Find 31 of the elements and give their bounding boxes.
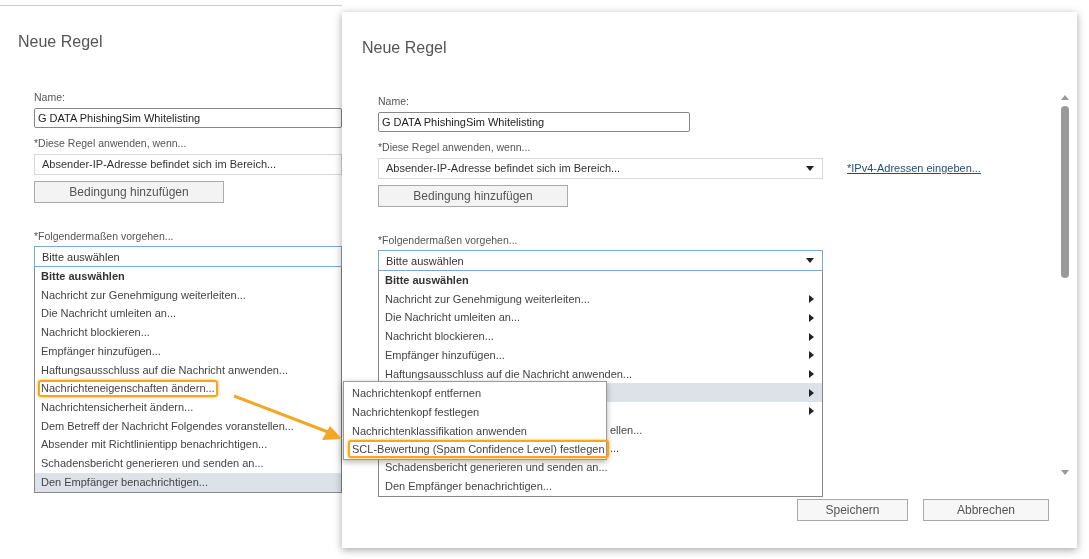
menu-item-label: Nachricht blockieren...: [40, 325, 151, 341]
menu-item-label: Bitte auswählen: [384, 273, 470, 289]
menu-item-label: Den Empfänger benachrichtigen...: [40, 474, 209, 490]
submenu-item-label: Nachrichtenklassifikation anwenden: [351, 423, 528, 439]
menu-item-label: Nachrichteneigenschaften ändern...: [38, 380, 218, 398]
field-label: Name:: [34, 90, 66, 105]
menu-item-label: Den Empfänger benachrichtigen...: [384, 478, 553, 494]
menu-item-label: Die Nachricht umleiten an...: [384, 310, 522, 326]
menu-item-label: Nachricht zur Genehmigung weiterleiten...: [40, 287, 247, 303]
menu-item-label: Empfänger hinzufügen...: [384, 347, 506, 363]
menu-item-label: Nachricht zur Genehmigung weiterleiten...: [384, 291, 591, 307]
dialog-title: Neue Regel: [18, 32, 104, 52]
menu-item-label: Haftungsausschluss auf die Nachricht anwenden...: [384, 366, 634, 382]
field-label: *Folgendermaßen vorgehen...: [34, 228, 175, 244]
field-label: *Folgendermaßen vorgehen...: [378, 232, 519, 248]
submenu-item-label: Nachrichtenkopf entfernen: [351, 386, 483, 402]
menu-item-label: Bitte auswählen: [40, 269, 126, 285]
menu-item-label: Schadensbericht generieren und senden an...: [384, 459, 609, 475]
field-label: *Diese Regel anwenden, wenn...: [34, 135, 188, 151]
menu-item-label: Nachrichtensicherheit ändern...: [40, 399, 195, 415]
dialog-title: Neue Regel: [362, 38, 448, 58]
menu-item-label: Die Nachricht umleiten an...: [40, 306, 178, 322]
submenu-item-label: Nachrichtenkopf festlegen: [351, 405, 481, 421]
menu-item-label: Nachricht blockieren...: [384, 329, 495, 345]
field-label: Name:: [378, 94, 410, 109]
menu-item-label: Haftungsausschluss auf die Nachricht anwenden...: [40, 362, 290, 378]
field-label: *Diese Regel anwenden, wenn...: [378, 139, 532, 155]
menu-item-label: Empfänger hinzufügen...: [40, 343, 162, 359]
menu-item-label: Dem Betreff der Nachricht Folgendes voranstellen...: [40, 418, 295, 434]
menu-item-label: Absender mit Richtlinientipp benachrichtigen...: [40, 437, 269, 453]
menu-item-label: Schadensbericht generieren und senden an...: [40, 455, 265, 471]
